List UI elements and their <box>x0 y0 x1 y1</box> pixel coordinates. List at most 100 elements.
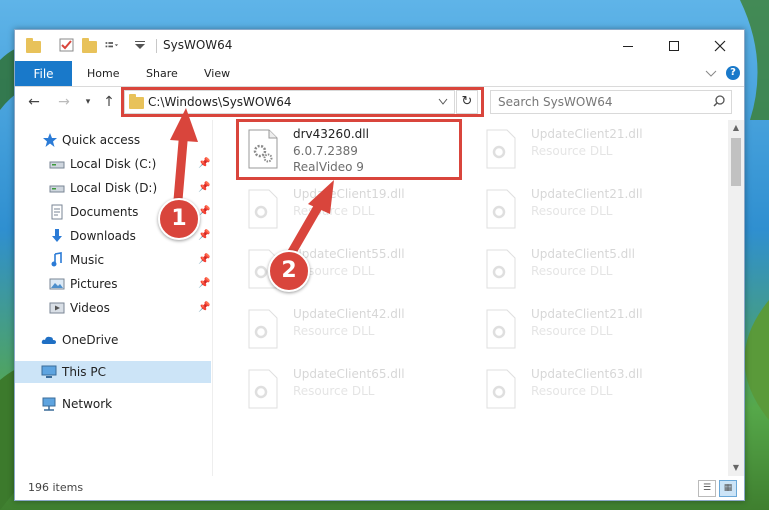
sidebar-item-onedrive[interactable]: OneDrive <box>15 329 211 351</box>
videos-icon <box>49 302 65 314</box>
sidebar-label: Videos <box>70 301 110 315</box>
file-name: UpdateClient19.dll <box>293 187 405 201</box>
pane-divider <box>212 120 213 476</box>
search-input[interactable]: Search SysWOW64 <box>498 95 612 109</box>
recent-locations-button[interactable]: ▾ <box>79 93 97 111</box>
title-separator <box>156 39 157 53</box>
sidebar-item-music[interactable]: Music 📌 <box>15 249 211 271</box>
pin-icon[interactable]: 📌 <box>198 302 210 313</box>
close-icon <box>714 40 726 51</box>
file-item[interactable]: UpdateClient65.dll Resource DLL <box>239 363 464 421</box>
vertical-scrollbar[interactable]: ▲ ▼ <box>728 120 744 476</box>
dll-file-icon <box>248 189 278 229</box>
sidebar-item-pictures[interactable]: Pictures 📌 <box>15 273 211 295</box>
file-name: UpdateClient63.dll <box>531 367 643 381</box>
arrow-right-icon: → <box>58 94 70 110</box>
pin-icon[interactable]: 📌 <box>198 254 210 265</box>
sidebar-item-videos[interactable]: Videos 📌 <box>15 297 211 319</box>
file-description: Resource DLL <box>293 204 375 218</box>
pin-icon[interactable]: 📌 <box>198 206 210 217</box>
file-item[interactable]: UpdateClient21.dll Resource DLL <box>477 183 702 241</box>
minimize-button[interactable] <box>605 30 651 61</box>
arrow-up-icon: ↑ <box>103 94 115 110</box>
sidebar-item-quick-access[interactable]: Quick access <box>15 129 211 151</box>
file-name: UpdateClient5.dll <box>531 247 635 261</box>
sidebar-label: Local Disk (C:) <box>70 157 157 171</box>
help-button[interactable]: ? <box>726 66 740 80</box>
file-item[interactable]: UpdateClient21.dll Resource DLL <box>477 123 702 181</box>
file-name: UpdateClient42.dll <box>293 307 405 321</box>
annotation-callout-2: 2 <box>268 250 310 292</box>
search-icon <box>713 95 725 107</box>
dll-file-icon <box>248 309 278 349</box>
file-item[interactable]: UpdateClient21.dll Resource DLL <box>477 303 702 361</box>
onedrive-icon <box>41 336 56 344</box>
drive-icon <box>49 161 65 169</box>
file-list: drv43260.dll 6.0.7.2389 RealVideo 9 Upda… <box>223 119 728 476</box>
tab-share[interactable]: Share <box>146 67 178 80</box>
search-box[interactable]: Search SysWOW64 <box>490 90 732 114</box>
arrow-left-icon: ← <box>28 94 40 110</box>
star-icon <box>43 133 57 147</box>
customize-qat-icon[interactable] <box>105 38 121 52</box>
scroll-thumb[interactable] <box>731 138 741 186</box>
sidebar-item-this-pc[interactable]: This PC <box>15 361 211 383</box>
sidebar-item-network[interactable]: Network <box>15 393 211 415</box>
pin-icon[interactable]: 📌 <box>198 278 210 289</box>
tab-file[interactable]: File <box>15 61 72 86</box>
music-icon <box>51 252 62 267</box>
file-name: UpdateClient55.dll <box>293 247 405 261</box>
file-name: UpdateClient21.dll <box>531 187 643 201</box>
sidebar-label: Network <box>62 397 113 411</box>
ribbon-tabs: File Home Share View ? <box>15 61 744 87</box>
title-bar: SysWOW64 <box>15 30 744 61</box>
file-name: UpdateClient65.dll <box>293 367 405 381</box>
sidebar-item-local-disk-d[interactable]: Local Disk (D:) 📌 <box>15 177 211 199</box>
file-item[interactable]: UpdateClient19.dll Resource DLL <box>239 183 464 241</box>
details-view-button[interactable]: ☰ <box>698 480 716 497</box>
file-item[interactable]: UpdateClient42.dll Resource DLL <box>239 303 464 361</box>
sidebar-item-local-disk-c[interactable]: Local Disk (C:) 📌 <box>15 153 211 175</box>
back-button[interactable]: ← <box>25 93 43 111</box>
dll-file-icon <box>486 249 516 289</box>
sidebar-label: This PC <box>62 365 106 379</box>
maximize-button[interactable] <box>651 30 697 61</box>
dll-file-icon <box>486 189 516 229</box>
dll-file-icon <box>486 309 516 349</box>
documents-icon <box>51 204 63 220</box>
folder-icon <box>26 38 41 53</box>
pin-icon[interactable]: 📌 <box>198 182 210 193</box>
sidebar-label: Quick access <box>62 133 141 147</box>
file-description: Resource DLL <box>531 144 613 158</box>
dll-file-icon <box>248 369 278 409</box>
file-description: Resource DLL <box>531 204 613 218</box>
minimize-icon <box>623 45 633 47</box>
up-button[interactable]: ↑ <box>100 93 118 111</box>
network-icon <box>42 397 56 411</box>
dll-file-icon <box>486 369 516 409</box>
file-description: Resource DLL <box>531 324 613 338</box>
window-title: SysWOW64 <box>163 38 233 52</box>
tab-view[interactable]: View <box>204 67 230 80</box>
forward-button[interactable]: → <box>55 93 73 111</box>
scroll-up-button[interactable]: ▲ <box>728 120 744 136</box>
chevron-down-icon[interactable] <box>705 69 717 79</box>
address-highlight-box <box>121 87 484 117</box>
tiles-view-button[interactable]: ▦ <box>719 480 737 497</box>
new-folder-icon[interactable] <box>82 38 97 53</box>
sidebar-label: Pictures <box>70 277 118 291</box>
maximize-icon <box>669 40 679 51</box>
file-item[interactable]: UpdateClient5.dll Resource DLL <box>477 243 702 301</box>
pin-icon[interactable]: 📌 <box>198 158 210 169</box>
file-item[interactable]: UpdateClient63.dll Resource DLL <box>477 363 702 421</box>
drive-icon <box>49 185 65 193</box>
sidebar-label: Downloads <box>70 229 136 243</box>
navigation-bar: ← → ▾ ↑ C:\Windows\SysWOW64 ↻ Search Sys… <box>15 87 744 117</box>
scroll-down-button[interactable]: ▼ <box>728 460 744 476</box>
tab-home[interactable]: Home <box>87 67 119 80</box>
close-button[interactable] <box>697 30 743 61</box>
tiles-view-icon: ▦ <box>723 483 733 493</box>
pin-icon[interactable]: 📌 <box>198 230 210 241</box>
properties-icon[interactable] <box>59 38 75 52</box>
qat-dropdown-icon[interactable] <box>132 38 148 52</box>
